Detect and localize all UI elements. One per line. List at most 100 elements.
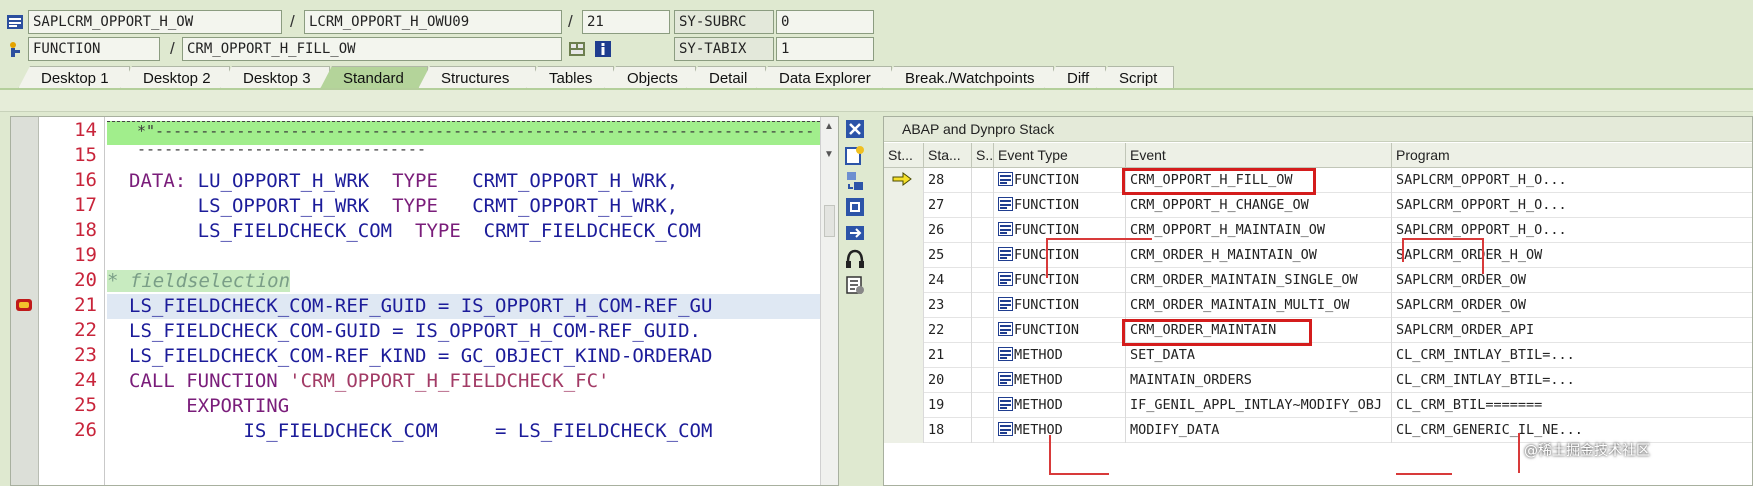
column-header-s[interactable]: S... — [972, 143, 994, 168]
stack-event-type-cell: FUNCTION — [994, 193, 1126, 218]
line-numbers: 14 15 16 17 18 19 20 21 22 23 24 25 26 — [39, 117, 105, 485]
column-header-status[interactable]: St... — [884, 143, 924, 168]
event-type-icon — [998, 422, 1013, 436]
info-icon[interactable] — [594, 40, 612, 58]
tab-content-header — [0, 90, 1753, 112]
maximize-icon[interactable] — [844, 196, 866, 218]
event-type-label: FUNCTION — [1014, 197, 1080, 213]
stack-row[interactable]: 28 FUNCTION CRM_OPPORT_H_FILL_OW SAPLCRM_OP… — [884, 168, 1752, 193]
breakpoint-gutter[interactable] — [11, 117, 39, 485]
headset-icon[interactable] — [844, 248, 866, 270]
code-line-16: DATA: LU_OPPORT_H_WRK TYPE CRMT_OPPORT_H… — [129, 170, 679, 192]
stack-level-cell: 23 — [924, 293, 972, 318]
include-field[interactable]: LCRM_OPPORT_H_OWU09 — [304, 10, 562, 34]
tab-structures[interactable]: Structures — [418, 66, 536, 89]
line-number: 25 — [74, 394, 97, 416]
scroll-down-icon[interactable]: ▼ — [824, 149, 834, 160]
stack-row[interactable]: 20 METHOD MAINTAIN_ORDERS CL_CRM_INTLAY_BTI… — [884, 368, 1752, 393]
debugger-vertical-toolbar — [842, 116, 868, 316]
tab-script[interactable]: Script — [1096, 66, 1174, 89]
column-header-event[interactable]: Event — [1126, 143, 1392, 168]
tab-objects[interactable]: Objects — [604, 66, 696, 89]
settings-icon[interactable] — [844, 274, 866, 296]
function-icon — [10, 42, 20, 57]
event-type-label: METHOD — [1014, 372, 1063, 388]
event-type-icon — [998, 347, 1013, 361]
stack-level-cell: 18 — [924, 418, 972, 443]
tab-desktop-3[interactable]: Desktop 3 — [220, 66, 330, 89]
tab-strip: Desktop 1 Desktop 2 Desktop 3 Standard S… — [18, 66, 1174, 89]
sy-tabix-value[interactable]: 1 — [776, 37, 874, 61]
source-code-editor[interactable]: 14 15 16 17 18 19 20 21 22 23 24 25 26 *… — [10, 116, 839, 486]
annotation-line — [1518, 433, 1520, 473]
tab-desktop-1[interactable]: Desktop 1 — [18, 66, 130, 89]
sy-subrc-value[interactable]: 0 — [776, 10, 874, 34]
stack-event-type-cell: METHOD — [994, 418, 1126, 443]
stack-event-type-cell: METHOD — [994, 368, 1126, 393]
tab-data-explorer[interactable]: Data Explorer — [756, 66, 892, 89]
line-number: 17 — [74, 194, 97, 216]
column-header-stack-level[interactable]: Sta... — [924, 143, 972, 168]
code-line-18: LS_FIELDCHECK_COM TYPE CRMT_FIELDCHECK_C… — [197, 220, 701, 242]
line-number: 23 — [74, 344, 97, 366]
stack-table-header: St... Sta... S... Event Type Event Progr… — [884, 143, 1752, 168]
watermark: @稀土掘金技术社区 — [1524, 443, 1650, 459]
event-type-icon — [998, 397, 1013, 411]
stack-program-cell: SAPLCRM_OPPORT_H_O... — [1392, 193, 1752, 218]
tab-detail[interactable]: Detail — [686, 66, 766, 89]
event-type-icon — [998, 297, 1013, 311]
stack-level-cell: 24 — [924, 268, 972, 293]
stack-row[interactable]: 23 FUNCTION CRM_ORDER_MAINTAIN_MULTI_OW SAP… — [884, 293, 1752, 318]
event-type-field[interactable]: FUNCTION — [28, 37, 160, 61]
stack-row[interactable]: 24 FUNCTION CRM_ORDER_MAINTAIN_SINGLE_OW SA… — [884, 268, 1752, 293]
stack-row[interactable]: 22 FUNCTION CRM_ORDER_MAINTAIN SAPLCRM_ORDE… — [884, 318, 1752, 343]
current-line-icon — [16, 299, 32, 311]
editor-vertical-scrollbar[interactable]: ▲ ▼ — [820, 117, 838, 485]
services-icon[interactable] — [844, 222, 866, 244]
close-icon[interactable] — [844, 118, 866, 140]
stack-row[interactable]: 19 METHOD IF_GENIL_APPL_INTLAY~MODIFY_OBJ C… — [884, 393, 1752, 418]
stack-status-cell — [884, 243, 924, 268]
stack-event-type-cell: FUNCTION — [994, 318, 1126, 343]
program-field[interactable]: SAPLCRM_OPPORT_H_OW — [28, 10, 282, 34]
new-tool-icon[interactable] — [844, 144, 866, 166]
stack-status-cell — [884, 193, 924, 218]
line-field[interactable]: 21 — [582, 10, 670, 34]
stack-event-cell: CRM_OPPORT_H_MAINTAIN_OW — [1126, 218, 1392, 243]
stack-event-cell: CRM_ORDER_MAINTAIN_SINGLE_OW — [1126, 268, 1392, 293]
stack-status-cell — [884, 218, 924, 243]
code-line-24: CALL FUNCTION 'CRM_OPPORT_H_FIELDCHECK_F… — [129, 370, 610, 392]
tab-standard[interactable]: Standard — [320, 66, 428, 89]
line-number: 26 — [74, 419, 97, 441]
scroll-thumb[interactable] — [824, 205, 835, 237]
stack-s-cell — [972, 343, 994, 368]
stack-row[interactable]: 27 FUNCTION CRM_OPPORT_H_CHANGE_OW SAPLCRM_… — [884, 193, 1752, 218]
column-header-program[interactable]: Program — [1392, 143, 1752, 168]
stack-row[interactable]: 25 FUNCTIONCRM_ORDER_H_MAINTAIN_OWSAPLCRM… — [884, 243, 1752, 268]
tab-breakpoints-watchpoints[interactable]: Break./Watchpoints — [882, 66, 1054, 89]
stack-status-cell — [884, 168, 924, 193]
event-type-icon — [998, 372, 1013, 386]
swap-tool-icon[interactable] — [844, 170, 866, 192]
tab-desktop-2[interactable]: Desktop 2 — [120, 66, 230, 89]
code-area[interactable]: *"--------------------------------------… — [107, 117, 820, 485]
abap-dynpro-stack-panel: ABAP and Dynpro Stack St... Sta... S... … — [883, 116, 1753, 486]
stack-status-cell — [884, 318, 924, 343]
stack-row[interactable]: 26 FUNCTION CRM_OPPORT_H_MAINTAIN_OW SAPLCR… — [884, 218, 1752, 243]
event-field[interactable]: CRM_OPPORT_H_FILL_OW — [182, 37, 562, 61]
stack-level-cell: 25 — [924, 243, 972, 268]
tab-tables[interactable]: Tables — [526, 66, 614, 89]
stack-program-cell: SAPLCRM_ORDER_API — [1392, 318, 1752, 343]
scroll-up-icon[interactable]: ▲ — [824, 121, 834, 132]
event-type-label: FUNCTION — [1014, 322, 1080, 338]
annotation-line — [1049, 473, 1109, 475]
stack-event-type-cell: METHOD — [994, 393, 1126, 418]
stack-row[interactable]: 21 METHOD SET_DATA CL_CRM_INTLAY_BTIL=... — [884, 343, 1752, 368]
stack-event-type-cell: FUNCTION — [994, 243, 1126, 268]
line-number: 15 — [74, 144, 97, 166]
stack-event-cell: SET_DATA — [1126, 343, 1392, 368]
display-object-icon[interactable] — [568, 40, 586, 58]
stack-status-cell — [884, 368, 924, 393]
column-header-event-type[interactable]: Event Type — [994, 143, 1126, 168]
event-type-icon — [998, 272, 1013, 286]
